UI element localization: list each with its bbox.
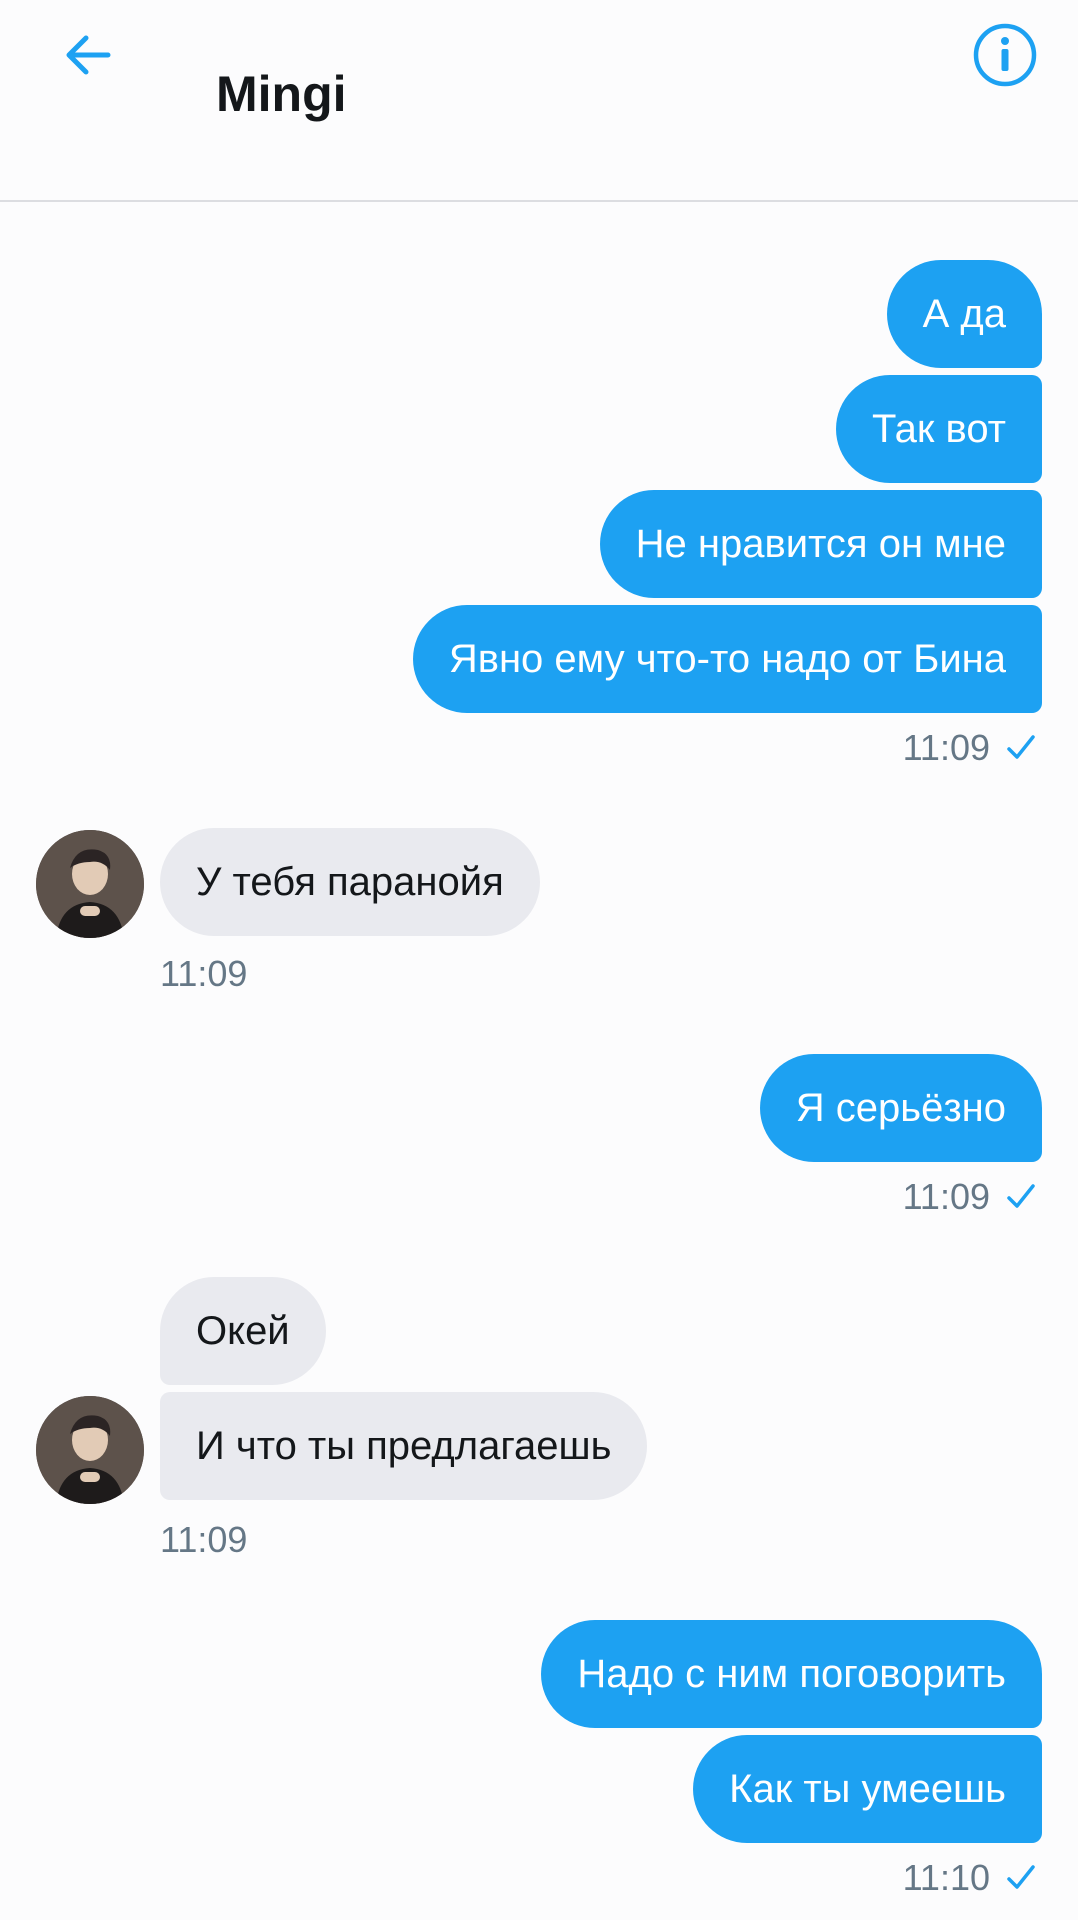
- info-circle-icon: [973, 23, 1037, 87]
- incoming-message[interactable]: У тебя паранойя: [160, 828, 540, 936]
- timestamp-text: 11:09: [902, 1176, 990, 1217]
- contact-avatar[interactable]: [36, 1396, 144, 1504]
- back-button[interactable]: [52, 20, 122, 90]
- checkmark-icon: [1007, 735, 1035, 759]
- incoming-message[interactable]: Окей: [160, 1277, 326, 1385]
- incoming-message[interactable]: И что ты предлагаешь: [160, 1392, 648, 1500]
- outgoing-message[interactable]: Так вот: [836, 375, 1042, 483]
- contact-avatar[interactable]: [36, 830, 144, 938]
- outgoing-message[interactable]: Явно ему что-то надо от Бина: [412, 605, 1042, 713]
- outgoing-message[interactable]: Надо с ним поговорить: [541, 1620, 1042, 1728]
- conversation-info-button[interactable]: [970, 20, 1040, 90]
- message-timestamp: 11:09: [160, 953, 248, 994]
- avatar-image: [36, 830, 144, 938]
- conversation-header: Mingi: [0, 0, 1078, 202]
- avatar-image: [36, 1396, 144, 1504]
- contact-name[interactable]: Mingi: [216, 62, 347, 126]
- outgoing-message[interactable]: А да: [886, 260, 1042, 368]
- message-timestamp: 11:09: [160, 1519, 248, 1560]
- message-timestamp: 11:09: [903, 1175, 1038, 1219]
- outgoing-message[interactable]: Я серьёзно: [759, 1054, 1042, 1162]
- timestamp-text: 11:10: [902, 1857, 990, 1898]
- message-timestamp: 11:09: [903, 726, 1038, 770]
- checkmark-icon: [1007, 1184, 1035, 1208]
- message-timestamp: 11:10: [903, 1856, 1038, 1900]
- checkmark-icon: [1007, 1865, 1035, 1889]
- outgoing-message[interactable]: Не нравится он мне: [599, 490, 1042, 598]
- arrow-left-icon: [66, 35, 111, 75]
- outgoing-message[interactable]: Как ты умеешь: [693, 1735, 1042, 1843]
- timestamp-text: 11:09: [902, 727, 990, 768]
